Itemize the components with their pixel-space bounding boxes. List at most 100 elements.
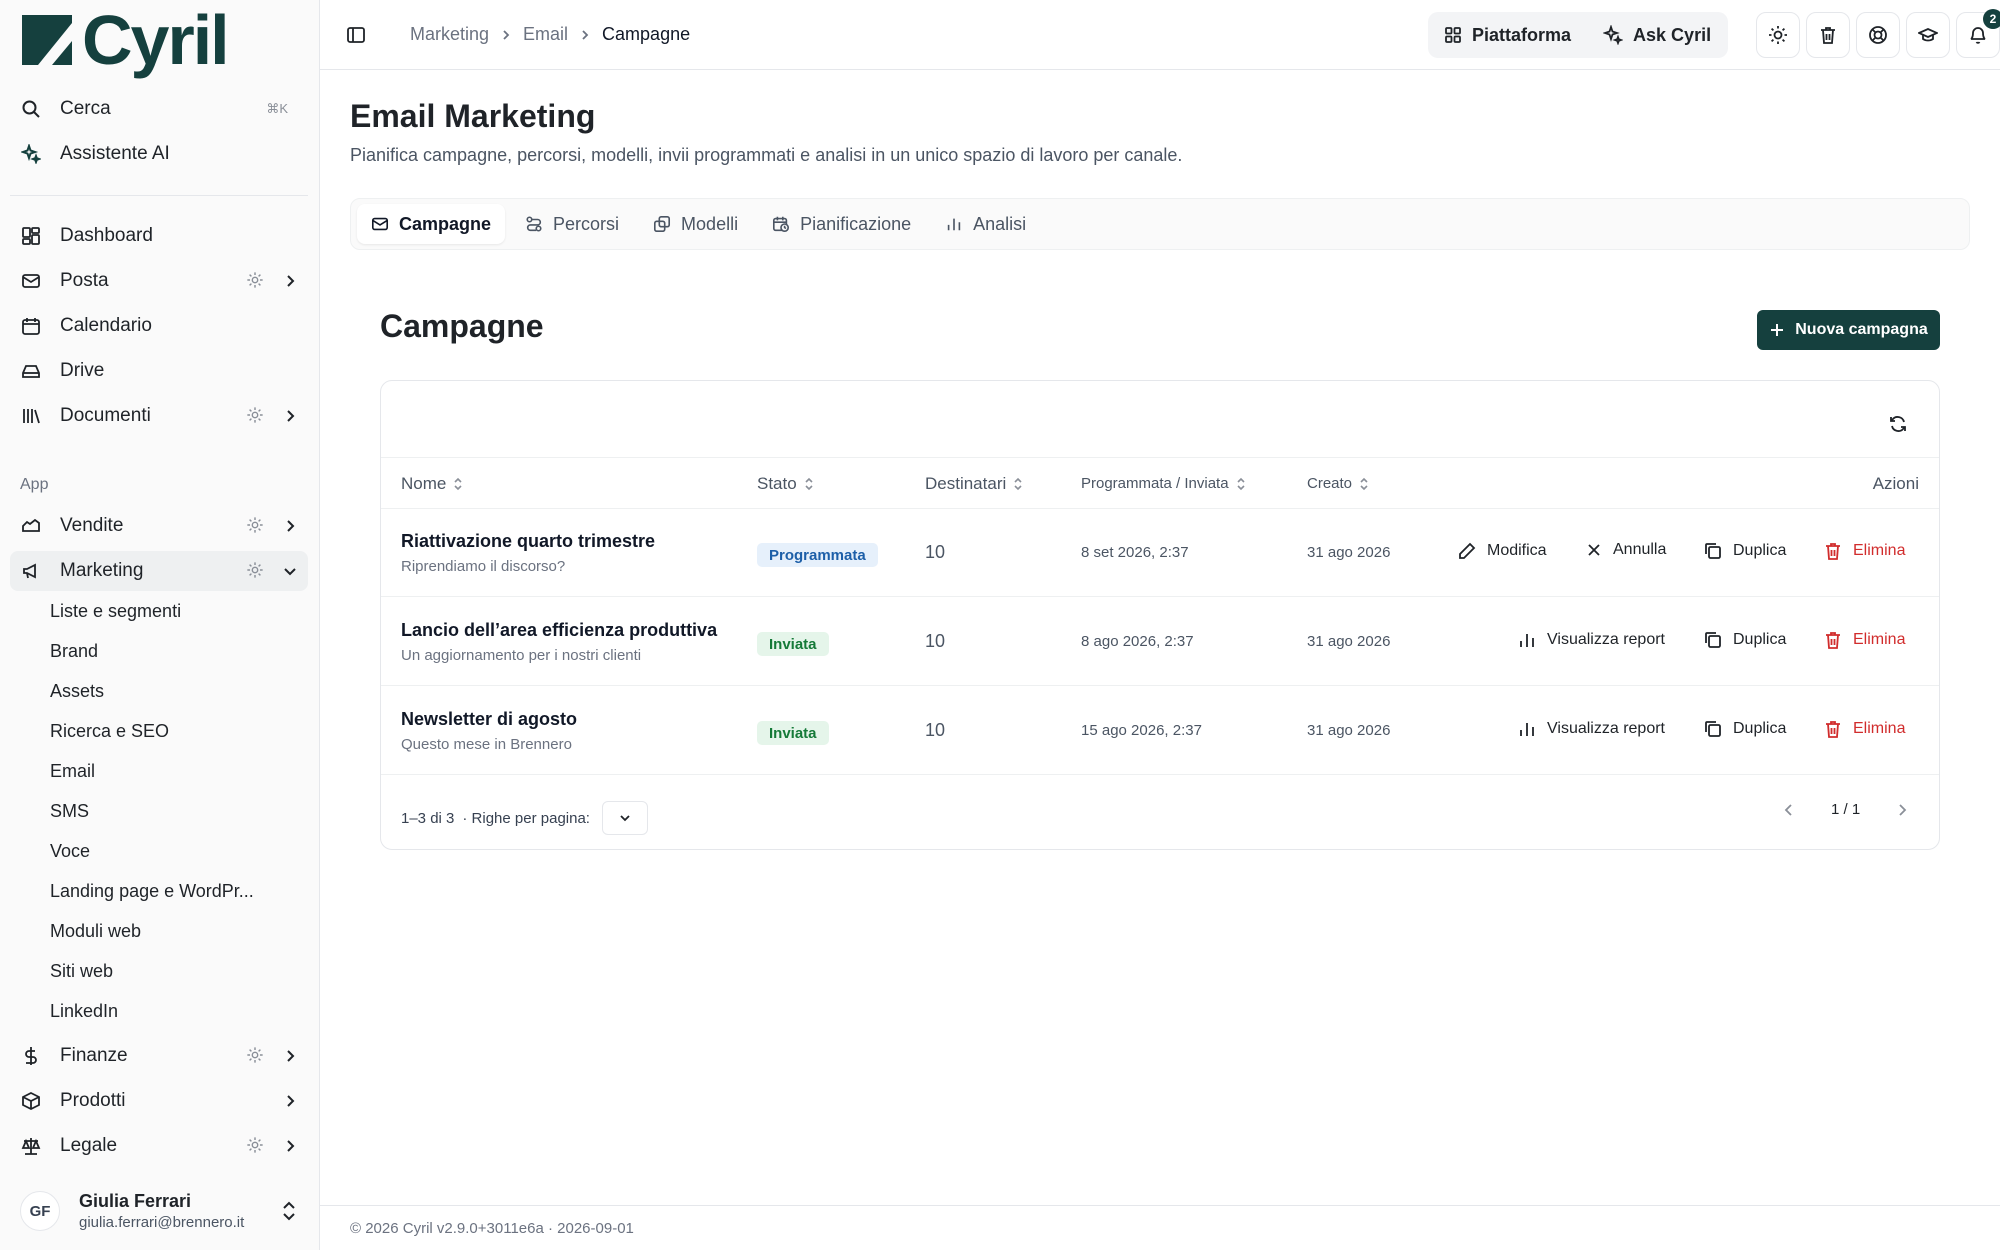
settings-icon[interactable] xyxy=(246,561,266,581)
close-icon xyxy=(1585,541,1603,559)
table-row[interactable]: Lancio dell’area efficienza produttiva U… xyxy=(381,598,1939,686)
delete-button[interactable]: Elimina xyxy=(1823,719,1905,739)
breadcrumb-email[interactable]: Email xyxy=(523,24,568,45)
sidebar-subitem[interactable]: Brand xyxy=(50,636,98,666)
tab-pianificazione[interactable]: Pianificazione xyxy=(758,204,925,244)
drive-icon xyxy=(20,360,42,382)
sidebar-item-documenti[interactable]: Documenti xyxy=(10,396,308,436)
campaign-name[interactable]: Newsletter di agosto xyxy=(401,709,577,730)
cancel-button[interactable]: Annulla xyxy=(1585,541,1666,559)
section-title: Campagne xyxy=(380,308,544,344)
sidebar-subitem[interactable]: Moduli web xyxy=(50,916,141,946)
next-page-icon[interactable] xyxy=(1894,802,1910,818)
platform-button[interactable]: Piattaforma xyxy=(1428,25,1587,46)
sidebar-item-dashboard[interactable]: Dashboard xyxy=(10,216,308,256)
ask-cyril-button[interactable]: Ask Cyril xyxy=(1587,25,1727,46)
sidebar-item-drive[interactable]: Drive xyxy=(10,351,308,391)
topbar-primary-group: Piattaforma Ask Cyril xyxy=(1428,12,1728,58)
sidebar-item-finanze[interactable]: Finanze xyxy=(10,1036,308,1076)
sidebar-search[interactable]: Cerca ⌘K xyxy=(10,89,308,129)
breadcrumb-marketing[interactable]: Marketing xyxy=(410,24,489,45)
sidebar-subitem[interactable]: Siti web xyxy=(50,956,113,986)
column-header-programmata[interactable]: Programmata / Inviata xyxy=(1081,475,1247,492)
sidebar-item-prodotti[interactable]: Prodotti xyxy=(10,1081,308,1121)
row-count: 1–3 di 3 xyxy=(401,809,455,827)
column-header-stato[interactable]: Stato xyxy=(757,474,815,494)
app-root: Cyril Cerca ⌘K Assistente AI Dashboard P… xyxy=(0,0,2000,1250)
table-row[interactable]: Riattivazione quarto trimestre Riprendia… xyxy=(381,509,1939,597)
duplicate-button[interactable]: Duplica xyxy=(1703,541,1786,561)
notifications-badge: 2 xyxy=(1983,9,2000,29)
trash-button[interactable] xyxy=(1806,12,1850,58)
chevron-right-icon[interactable] xyxy=(280,406,300,426)
sidebar-item-legale[interactable]: Legale xyxy=(10,1126,308,1166)
new-campaign-button[interactable]: Nuova campagna xyxy=(1757,310,1940,350)
sidebar-subitem[interactable]: Assets xyxy=(50,676,104,706)
chevron-right-icon[interactable] xyxy=(280,1091,300,1111)
sidebar-subitem[interactable]: Liste e segmenti xyxy=(50,596,181,626)
campaign-name[interactable]: Riattivazione quarto trimestre xyxy=(401,531,655,552)
campaigns-table-card: Nome Stato Destinatari Programmata / Inv… xyxy=(380,380,1940,850)
settings-icon[interactable] xyxy=(246,1046,266,1066)
sidebar-subitem[interactable]: Email xyxy=(50,756,95,786)
rows-per-page-select[interactable] xyxy=(601,801,648,835)
duplicate-button[interactable]: Duplica xyxy=(1703,630,1786,650)
sidebar-item-posta[interactable]: Posta xyxy=(10,261,308,301)
sidebar-item-marketing[interactable]: Marketing xyxy=(10,551,308,591)
delete-button[interactable]: Elimina xyxy=(1823,630,1905,650)
academy-button[interactable] xyxy=(1906,12,1950,58)
sidebar-subitem[interactable]: Ricerca e SEO xyxy=(50,716,169,746)
sidebar-subitem[interactable]: LinkedIn xyxy=(50,996,118,1026)
avatar: GF xyxy=(20,1191,60,1231)
duplicate-button[interactable]: Duplica xyxy=(1703,719,1786,739)
tab-analisi[interactable]: Analisi xyxy=(931,204,1040,244)
user-menu[interactable]: GF Giulia Ferrari giulia.ferrari@brenner… xyxy=(10,1186,308,1236)
prev-page-icon[interactable] xyxy=(1781,802,1797,818)
tab-percorsi[interactable]: Percorsi xyxy=(511,204,633,244)
settings-icon[interactable] xyxy=(246,1136,266,1156)
chevron-right-icon[interactable] xyxy=(280,1046,300,1066)
chevron-right-icon[interactable] xyxy=(280,1136,300,1156)
sidebar-assistant[interactable]: Assistente AI xyxy=(10,134,308,174)
sidebar-item-label: Dashboard xyxy=(60,225,153,246)
sidebar-item-vendite[interactable]: Vendite xyxy=(10,506,308,546)
tab-campagne[interactable]: Campagne xyxy=(357,204,506,244)
settings-icon[interactable] xyxy=(246,271,266,291)
notifications-button[interactable]: 2 xyxy=(1956,9,2000,58)
sort-icon xyxy=(1358,476,1370,492)
sidebar-subitem[interactable]: Voce xyxy=(50,836,90,866)
edit-button[interactable]: Modifica xyxy=(1457,541,1547,561)
search-label: Cerca xyxy=(60,98,111,119)
refresh-button[interactable] xyxy=(1883,409,1913,439)
logo-text: Cyril xyxy=(82,1,230,79)
action-label: Duplica xyxy=(1733,631,1787,648)
table-header: Nome Stato Destinatari Programmata / Inv… xyxy=(381,457,1939,509)
help-button[interactable] xyxy=(1856,12,1900,58)
sidebar-subitem[interactable]: SMS xyxy=(50,796,89,826)
chevron-right-icon[interactable] xyxy=(280,516,300,536)
tab-label: Modelli xyxy=(681,213,739,234)
column-header-nome[interactable]: Nome xyxy=(401,474,464,494)
sidebar-subitem[interactable]: Landing page e WordPr... xyxy=(50,876,254,906)
settings-icon[interactable] xyxy=(246,516,266,536)
logo[interactable]: Cyril xyxy=(20,1,230,79)
column-header-creato[interactable]: Creato xyxy=(1307,475,1370,492)
view-report-button[interactable]: Visualizza report xyxy=(1517,630,1665,650)
chevron-down-icon[interactable] xyxy=(280,561,300,581)
sidebar-toggle-icon[interactable] xyxy=(346,25,366,45)
tab-modelli[interactable]: Modelli xyxy=(639,204,752,244)
campaign-name[interactable]: Lancio dell’area efficienza produttiva xyxy=(401,620,717,641)
theme-toggle-button[interactable] xyxy=(1756,12,1800,58)
view-report-button[interactable]: Visualizza report xyxy=(1517,719,1665,739)
template-icon xyxy=(653,215,671,233)
sidebar-item-calendario[interactable]: Calendario xyxy=(10,306,308,346)
delete-button[interactable]: Elimina xyxy=(1823,541,1905,561)
campaign-name-cell: Riattivazione quarto trimestre Riprendia… xyxy=(401,531,655,575)
table-row[interactable]: Newsletter di agosto Questo mese in Bren… xyxy=(381,687,1939,775)
settings-icon[interactable] xyxy=(246,406,266,426)
chevron-right-icon[interactable] xyxy=(280,271,300,291)
sidebar-divider xyxy=(10,195,308,196)
sort-icon xyxy=(452,476,464,492)
action-label: Elimina xyxy=(1853,720,1906,737)
column-header-destinatari[interactable]: Destinatari xyxy=(925,474,1024,494)
